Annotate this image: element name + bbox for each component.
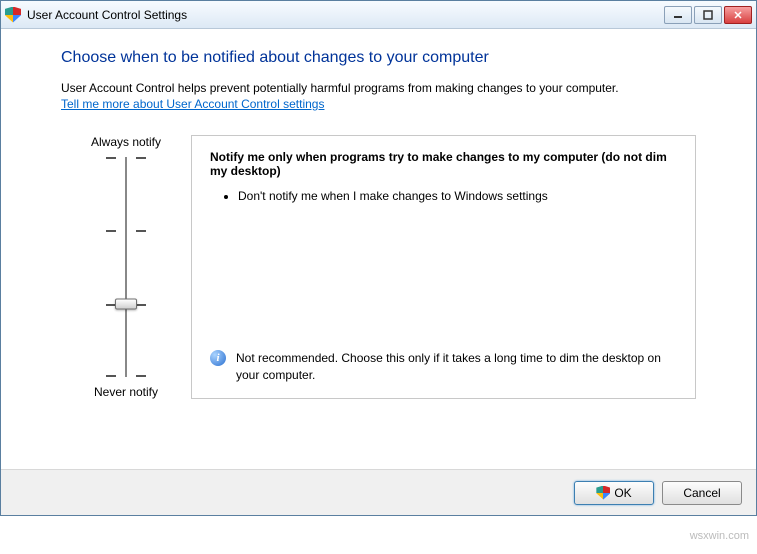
slider-track — [125, 157, 127, 377]
slider-tick — [106, 157, 146, 159]
slider-column: Always notify Never notify — [61, 135, 191, 399]
slider-label-never: Never notify — [94, 385, 158, 399]
slider-thumb[interactable] — [115, 298, 137, 309]
ok-button[interactable]: OK — [574, 481, 654, 505]
watermark: wsxwin.com — [690, 530, 749, 542]
window-controls — [664, 6, 752, 24]
uac-shield-icon — [596, 486, 610, 500]
close-button[interactable] — [724, 6, 752, 24]
level-bullet-list: Don't notify me when I make changes to W… — [210, 188, 677, 211]
page-heading: Choose when to be notified about changes… — [61, 49, 696, 67]
cancel-button-label: Cancel — [683, 486, 720, 500]
titlebar: User Account Control Settings — [1, 1, 756, 29]
notification-slider[interactable] — [96, 157, 156, 377]
window-title: User Account Control Settings — [27, 8, 664, 22]
level-bullet: Don't notify me when I make changes to W… — [238, 188, 677, 205]
cancel-button[interactable]: Cancel — [662, 481, 742, 505]
content-area: Choose when to be notified about changes… — [1, 29, 756, 469]
slider-label-always: Always notify — [91, 135, 161, 149]
maximize-button[interactable] — [694, 6, 722, 24]
slider-section: Always notify Never notify Notify me onl… — [61, 135, 696, 399]
uac-shield-icon — [5, 7, 21, 23]
level-title: Notify me only when programs try to make… — [210, 150, 677, 178]
info-icon: i — [210, 350, 226, 366]
level-description-box: Notify me only when programs try to make… — [191, 135, 696, 399]
minimize-button[interactable] — [664, 6, 692, 24]
ok-button-label: OK — [614, 486, 631, 500]
learn-more-link[interactable]: Tell me more about User Account Control … — [61, 97, 324, 111]
button-bar: OK Cancel — [1, 469, 756, 515]
uac-settings-window: User Account Control Settings Choose whe… — [0, 0, 757, 516]
slider-tick — [106, 375, 146, 377]
slider-tick — [106, 230, 146, 232]
recommendation-row: i Not recommended. Choose this only if i… — [210, 350, 677, 384]
page-description: User Account Control helps prevent poten… — [61, 81, 696, 95]
recommendation-text: Not recommended. Choose this only if it … — [236, 350, 677, 384]
